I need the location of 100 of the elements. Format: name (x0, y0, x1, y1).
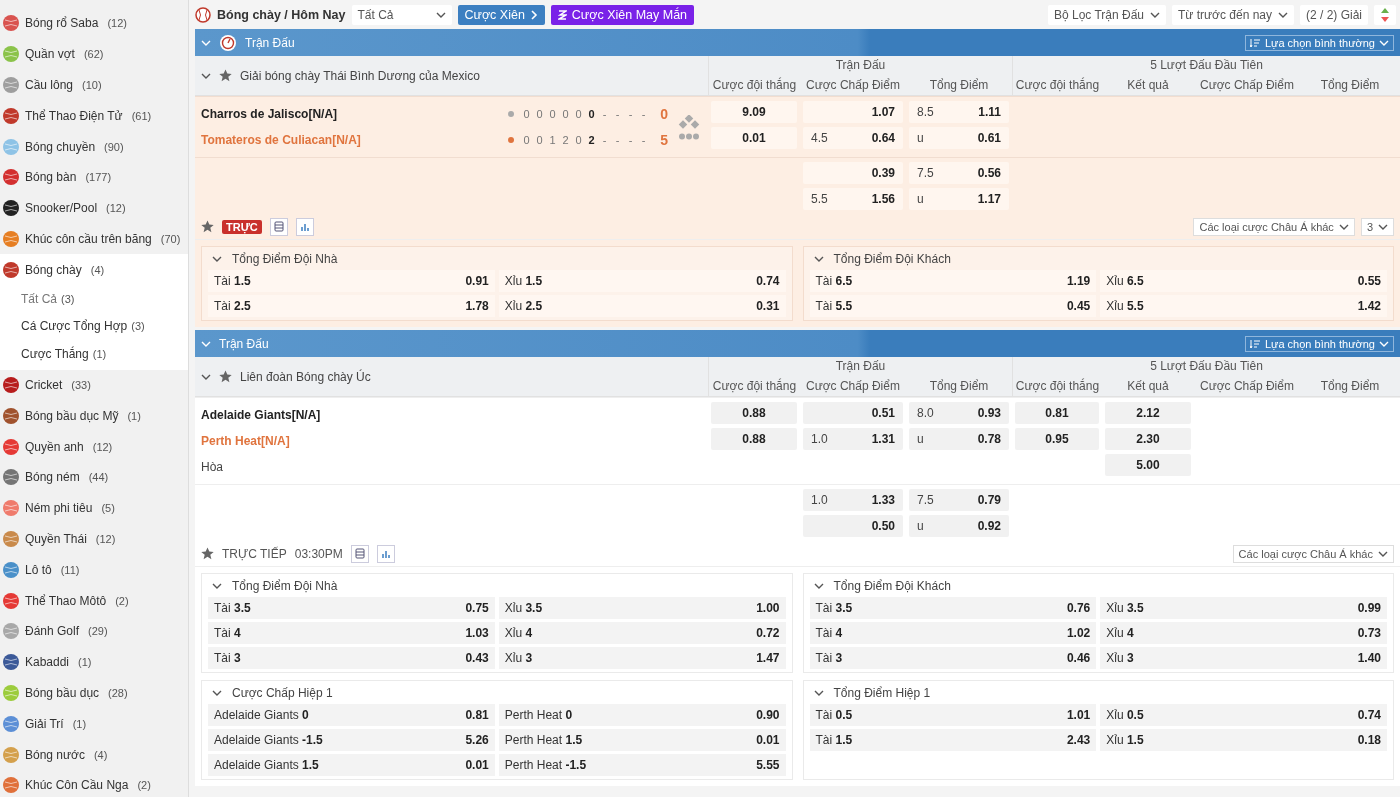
odds-button[interactable]: 7.5 0.79 (909, 489, 1009, 511)
odds-button[interactable]: 0.01 (711, 127, 797, 149)
odds-button[interactable]: Tài 6.5 1.19 (809, 270, 1097, 292)
odds-button[interactable]: Xỉu 1.5 0.18 (1100, 729, 1387, 751)
odds-button[interactable]: Adelaide Giants -1.5 5.26 (208, 729, 495, 751)
market-title: Cược Chấp Hiệp 1 (232, 685, 333, 700)
odds-button[interactable]: 5.00 (1105, 454, 1191, 476)
odds-button[interactable]: u 0.78 (909, 428, 1009, 450)
odds-button[interactable]: Tài 1.5 0.91 (208, 270, 495, 292)
submenu-item[interactable]: Cược Thắng (1) (0, 340, 188, 368)
odds-button[interactable]: Xỉu 4 0.73 (1100, 622, 1387, 644)
sidebar-item[interactable]: Bóng ném (44) (0, 462, 188, 493)
list-view-button[interactable] (269, 217, 288, 236)
odds-button[interactable]: Tài 3 0.43 (208, 647, 495, 669)
odds-button[interactable]: Xỉu 1.5 0.74 (498, 270, 786, 292)
sidebar-item[interactable]: Quyền Thái (12) (0, 523, 188, 555)
sidebar-item[interactable]: Quyền anh (12) (0, 431, 188, 463)
odds-button[interactable]: 7.5 0.56 (909, 162, 1009, 184)
odds-button[interactable]: 8.5 1.11 (909, 101, 1009, 123)
sidebar-item[interactable]: Bóng bầu dục Mỹ (1) (0, 400, 188, 432)
odds-button[interactable]: 0.39 (803, 162, 903, 184)
submenu-item[interactable]: Tất Cả (3) (0, 285, 188, 313)
odds-button[interactable]: 0.88 (711, 428, 797, 450)
sidebar-item[interactable]: Khúc Côn Cầu Nga (2) (0, 770, 188, 797)
dropdown[interactable]: Bộ Lọc Trận Đấu (1047, 4, 1166, 25)
odds-button[interactable]: 0.95 (1015, 428, 1099, 450)
stats-button[interactable] (295, 217, 314, 236)
lucky-parlay-button[interactable]: Cược Xiên May Mắn (550, 4, 695, 25)
odds-button[interactable]: Tài 3.5 0.75 (208, 597, 495, 619)
odds-button[interactable]: 5.5 1.56 (803, 188, 903, 210)
odds-button[interactable]: 4.5 0.64 (803, 127, 903, 149)
sidebar-item[interactable]: Bóng nước (4) (0, 739, 188, 771)
dropdown[interactable]: 3 (1360, 217, 1394, 236)
sidebar-item[interactable]: Cricket (33) (0, 369, 188, 401)
odds-button[interactable]: 9.09 (711, 101, 797, 123)
odds-button[interactable]: Tài 4 1.02 (809, 622, 1097, 644)
sidebar-item[interactable]: Snooker/Pool (12) (0, 192, 188, 224)
sidebar-item[interactable]: Bóng bầu dục (28) (0, 677, 188, 709)
odds-button[interactable]: 2.12 (1105, 402, 1191, 424)
odds-button[interactable]: Perth Heat 1.5 0.01 (498, 729, 786, 751)
sidebar-item[interactable]: Giải Trí (1) (0, 708, 188, 740)
sidebar-item[interactable]: Quần vợt (62) (0, 38, 188, 70)
stats-button[interactable] (376, 544, 395, 563)
odds-button[interactable]: u 0.61 (909, 127, 1009, 149)
odds-button[interactable]: Xỉu 2.5 0.31 (498, 295, 786, 317)
odds-button[interactable]: Tài 5.5 0.45 (809, 295, 1097, 317)
odds-button[interactable]: Tài 3 0.46 (809, 647, 1097, 669)
odds-button[interactable]: 1.0 1.31 (803, 428, 903, 450)
sidebar-item[interactable]: Đánh Golf (29) (0, 616, 188, 647)
odds-button[interactable]: Xỉu 3.5 1.00 (498, 597, 786, 619)
sidebar-item[interactable]: Bóng rổ Saba (12) (0, 8, 188, 39)
odds-button[interactable]: Adelaide Giants 1.5 0.01 (208, 754, 495, 776)
odds-button[interactable]: Tài 0.5 1.01 (809, 704, 1097, 726)
odds-button[interactable]: u 1.17 (909, 188, 1009, 210)
odds-button[interactable]: Tài 3.5 0.76 (809, 597, 1097, 619)
sidebar-item[interactable]: Bóng chày (4) (0, 254, 188, 286)
odds-button[interactable]: Xỉu 3 1.40 (1100, 647, 1387, 669)
sort-dropdown[interactable]: Lựa chọn bình thường (1244, 335, 1394, 352)
odds-button[interactable]: Xỉu 0.5 0.74 (1100, 704, 1387, 726)
odds-button[interactable]: Tài 2.5 1.78 (208, 295, 495, 317)
odds-button[interactable]: 0.81 (1015, 402, 1099, 424)
ball-icon (2, 406, 20, 425)
sort-dropdown[interactable]: Lựa chọn bình thường (1244, 34, 1394, 51)
dropdown[interactable]: Các loại cược Châu Á khác (1193, 217, 1355, 236)
dropdown[interactable]: Các loại cược Châu Á khác (1232, 544, 1394, 563)
sort-icon (1380, 6, 1390, 23)
sidebar-item[interactable]: Thể Thao Điện Tử (61) (0, 100, 188, 132)
odds-button[interactable]: Adelaide Giants 0 0.81 (208, 704, 495, 726)
odds-button[interactable]: Perth Heat -1.5 5.55 (498, 754, 786, 776)
odds-button[interactable]: Xỉu 5.5 1.42 (1100, 295, 1387, 317)
odds-button[interactable]: u 0.92 (909, 515, 1009, 537)
dropdown[interactable]: Tất Cả (351, 4, 452, 25)
odds-button[interactable]: Xỉu 6.5 0.55 (1100, 270, 1387, 292)
odds-button[interactable]: Xỉu 3 1.47 (498, 647, 786, 669)
odds-button[interactable]: 0.50 (803, 515, 903, 537)
filter-button[interactable]: (2 / 2) Giải (1300, 4, 1368, 25)
sidebar-item[interactable]: Kabaddi (1) (0, 646, 188, 678)
odds-button[interactable]: Tài 4 1.03 (208, 622, 495, 644)
sidebar-item[interactable]: Khúc côn cầu trên băng (70) (0, 223, 188, 255)
sidebar-item[interactable]: Bóng chuyền (90) (0, 131, 188, 162)
odds-button[interactable]: 1.0 1.33 (803, 489, 903, 511)
sidebar-item[interactable]: Bóng bàn (177) (0, 162, 188, 193)
column-header: Cược Chấp Điểm (1194, 376, 1300, 397)
odds-button[interactable]: Perth Heat 0 0.90 (498, 704, 786, 726)
odds-button[interactable]: 2.30 (1105, 428, 1191, 450)
sidebar-item[interactable]: Cầu lông (10) (0, 69, 188, 101)
odds-button[interactable]: Tài 1.5 2.43 (809, 729, 1097, 751)
sidebar-item[interactable]: Thể Thao Môtô (2) (0, 585, 188, 617)
submenu-item[interactable]: Cá Cược Tổng Hợp (3) (0, 312, 188, 341)
sidebar-item[interactable]: Ném phi tiêu (5) (0, 492, 188, 524)
dropdown[interactable]: Từ trước đến nay (1172, 4, 1294, 25)
odds-button[interactable]: 1.07 (803, 101, 903, 123)
odds-button[interactable]: Xỉu 4 0.72 (498, 622, 786, 644)
odds-button[interactable]: Xỉu 3.5 0.99 (1100, 597, 1387, 619)
list-view-button[interactable] (350, 544, 369, 563)
odds-button[interactable]: 0.51 (803, 402, 903, 424)
parlay-button[interactable]: Cược Xiên (457, 4, 545, 25)
odds-button[interactable]: 0.88 (711, 402, 797, 424)
odds-button[interactable]: 8.0 0.93 (909, 402, 1009, 424)
sidebar-item[interactable]: Lô tô (11) (0, 554, 188, 586)
